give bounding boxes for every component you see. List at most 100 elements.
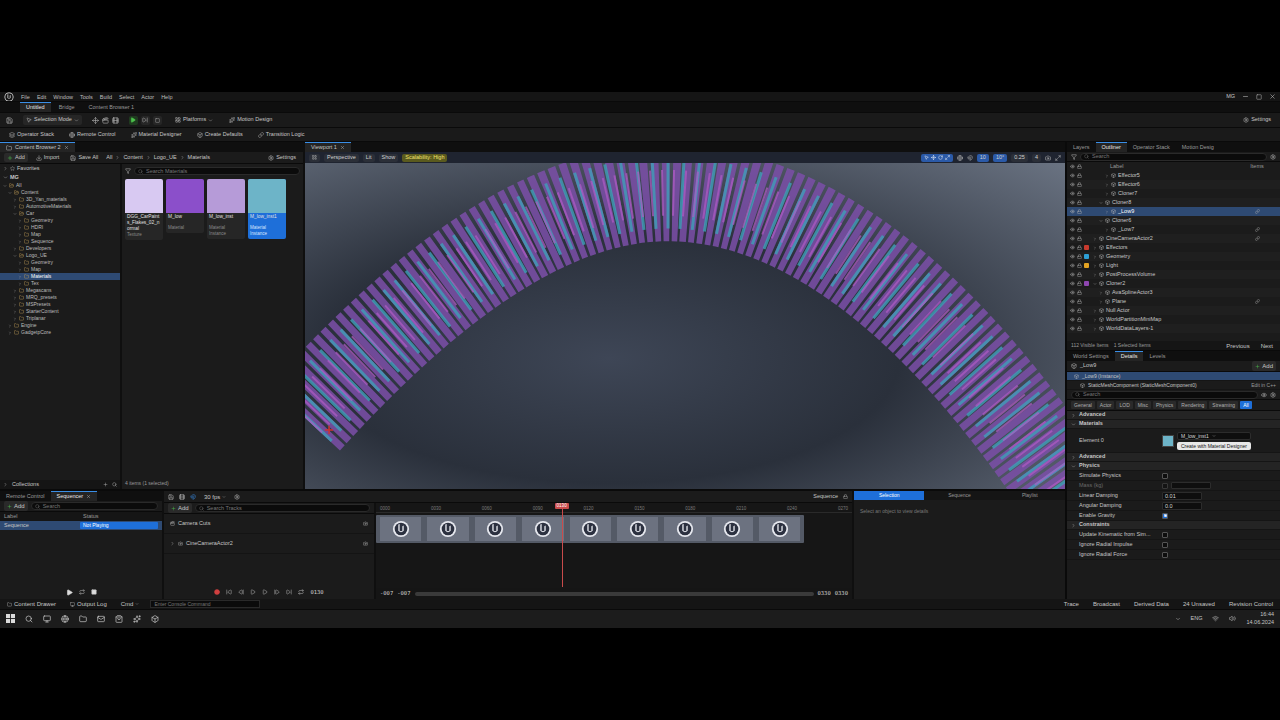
visibility-icon[interactable]	[1070, 227, 1075, 232]
gear-icon[interactable]	[1270, 392, 1276, 398]
status-button[interactable]: Revision Control	[1226, 599, 1276, 609]
folder-tree-item[interactable]: MSPresets	[0, 301, 120, 308]
breadcrumb-item[interactable]: Logo_UE	[154, 154, 177, 162]
asset-card[interactable]: M_lowMaterial	[166, 179, 204, 233]
taskbar-clock[interactable]: 16:4414.06.2024	[1246, 611, 1274, 626]
motion-design-button[interactable]: Motion Design	[226, 115, 275, 125]
platforms-button[interactable]: Platforms	[172, 115, 216, 125]
snap-value[interactable]: 4	[1032, 154, 1041, 162]
material-dropdown[interactable]: M_low_inst1	[1177, 432, 1251, 440]
sequencer-details-tab[interactable]: Selection	[854, 491, 924, 500]
lock-icon[interactable]	[1077, 200, 1082, 205]
visibility-icon[interactable]	[1070, 254, 1075, 259]
visibility-icon[interactable]	[1070, 200, 1075, 205]
taskbar-app-icon[interactable]	[133, 615, 141, 623]
lock-icon[interactable]	[1077, 191, 1082, 196]
close-icon[interactable]	[64, 145, 69, 150]
folder-tree-item[interactable]: Map	[0, 231, 120, 238]
snap-icon[interactable]	[967, 155, 973, 161]
save-icon[interactable]	[6, 117, 13, 124]
folder-tree-item[interactable]: Car	[0, 210, 120, 217]
visibility-icon[interactable]	[1070, 299, 1075, 304]
volume-icon[interactable]	[1229, 615, 1236, 622]
visibility-icon[interactable]	[1070, 209, 1075, 214]
taskbar-app-icon[interactable]	[97, 615, 105, 623]
lock-icon[interactable]	[1077, 326, 1082, 331]
property-number-field[interactable]: 0.0	[1162, 502, 1202, 510]
stop-icon[interactable]	[91, 589, 97, 595]
windows-start-icon[interactable]	[6, 614, 15, 623]
maximize-icon[interactable]	[1256, 94, 1262, 100]
document-tab[interactable]: Content Browser 1	[83, 102, 141, 112]
search-icon[interactable]	[112, 482, 117, 487]
lock-icon[interactable]	[1077, 290, 1082, 295]
breadcrumb-item[interactable]: Materials	[188, 154, 210, 162]
lock-icon[interactable]	[1077, 236, 1082, 241]
move-icon[interactable]	[92, 117, 99, 124]
play-button[interactable]	[129, 116, 138, 125]
visibility-icon[interactable]	[1070, 245, 1075, 250]
details-tab[interactable]: Levels	[1143, 351, 1171, 361]
component-row[interactable]: StaticMeshComponent (StaticMeshComponent…	[1067, 381, 1280, 390]
favorites-header[interactable]: Favorites	[0, 164, 120, 173]
close-icon[interactable]	[340, 145, 345, 150]
filter-tab[interactable]: LOD	[1116, 401, 1132, 409]
folder-tree-item[interactable]: GadgetpCore	[0, 329, 120, 336]
maximize-viewport-icon[interactable]	[1055, 155, 1061, 161]
folder-tree-item[interactable]: MRQ_presets	[0, 294, 120, 301]
taskbar-app-icon[interactable]	[79, 615, 87, 623]
create-material-button[interactable]: Create with Material Designer	[1177, 442, 1251, 450]
viewport-tab[interactable]: Viewport 1	[305, 142, 351, 152]
outliner-row[interactable]: PostProcessVolume	[1067, 270, 1280, 279]
viewport-menu-button[interactable]	[309, 154, 320, 162]
gear-icon[interactable]	[234, 494, 240, 500]
material-swatch[interactable]	[1162, 435, 1174, 447]
document-tab[interactable]: Untitled	[20, 102, 51, 112]
status-button[interactable]: Broadcast	[1090, 599, 1123, 609]
folder-tree-item[interactable]: AutomotiveMaterials	[0, 203, 120, 210]
lock-icon[interactable]	[1077, 173, 1082, 178]
lock-icon[interactable]	[1077, 182, 1082, 187]
property-checkbox[interactable]	[1162, 542, 1168, 548]
taskbar-app-icon[interactable]	[61, 615, 69, 623]
menu-item[interactable]: Window	[53, 93, 73, 101]
visibility-icon[interactable]	[1070, 326, 1075, 331]
folder-tree-item[interactable]: StarterContent	[0, 308, 120, 315]
selection-mode-button[interactable]: Selection Mode	[23, 115, 82, 125]
content-action-button[interactable]: Add	[4, 153, 28, 163]
timeline-scrollbar[interactable]	[415, 592, 814, 596]
close-icon[interactable]	[86, 494, 91, 499]
plus-icon[interactable]	[103, 482, 108, 487]
asset-card[interactable]: DGG_CarPaints_Flakes_02_normalTexture	[125, 179, 163, 240]
folder-tree-item[interactable]: Developers	[0, 245, 120, 252]
lock-icon[interactable]	[1077, 218, 1082, 223]
collections-header[interactable]: Collections	[0, 480, 120, 489]
outliner-row[interactable]: Cloner6	[1067, 216, 1280, 225]
render-movie-icon[interactable]	[179, 494, 185, 500]
folder-tree-item[interactable]: 3D_Yan_materials	[0, 196, 120, 203]
folder-tree-item[interactable]: HDRI	[0, 224, 120, 231]
asset-search[interactable]: Search Materials	[134, 167, 300, 175]
gear-icon[interactable]	[1270, 154, 1276, 160]
close-icon[interactable]	[1269, 93, 1276, 100]
taskbar-app-icon[interactable]	[43, 615, 51, 623]
filter-icon[interactable]	[125, 168, 131, 174]
settings-button[interactable]: Settings	[265, 153, 299, 163]
folder-tree-item[interactable]: Engine	[0, 322, 120, 329]
outliner-row[interactable]: _Low7	[1067, 225, 1280, 234]
outliner-tab[interactable]: Operator Stack	[1127, 142, 1176, 152]
lock-icon[interactable]	[1077, 272, 1082, 277]
edit-code-link[interactable]: Edit in C++	[1251, 382, 1276, 389]
step-button[interactable]	[141, 116, 150, 125]
content-browser-tab[interactable]: Content Browser 2	[0, 142, 75, 152]
outliner-row[interactable]: Cloner8	[1067, 198, 1280, 207]
status-button[interactable]: Trace	[1061, 599, 1082, 609]
details-tab[interactable]: Details	[1115, 351, 1144, 361]
visibility-icon[interactable]	[1070, 191, 1075, 196]
current-time[interactable]: 0130	[310, 589, 323, 596]
outliner-row[interactable]: Effector6	[1067, 180, 1280, 189]
cinematics-icon[interactable]	[102, 117, 109, 124]
scalability-warning[interactable]: Scalability: High	[402, 154, 447, 162]
jump-end-icon[interactable]	[286, 589, 292, 595]
folder-tree-item[interactable]: Materials	[0, 273, 120, 280]
